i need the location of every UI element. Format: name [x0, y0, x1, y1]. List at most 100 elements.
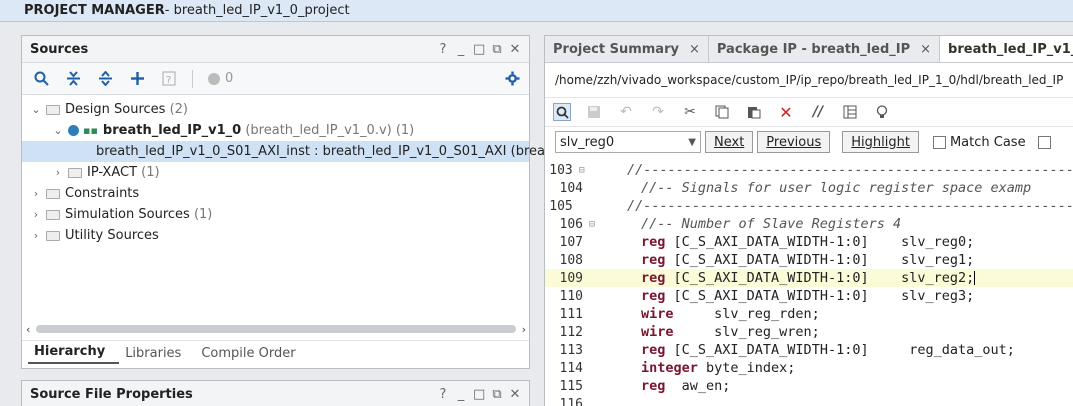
lightbulb-icon[interactable] [873, 103, 891, 121]
delete-icon[interactable]: ✕ [777, 103, 795, 122]
chevron-down-icon[interactable]: ⌄ [52, 124, 64, 137]
code-line[interactable]: 113 reg [C_S_AXI_DATA_WIDTH-1:0] reg_data… [545, 341, 1073, 359]
question-doc-icon[interactable]: ? [160, 70, 178, 88]
checkbox-box[interactable] [932, 135, 946, 149]
minimize-icon[interactable]: _ [455, 387, 467, 402]
code-keyword: wire [641, 324, 674, 340]
tree-item-ip-xact[interactable]: › IP-XACT (1) [22, 162, 529, 183]
chevron-down-icon[interactable]: ▼ [688, 137, 696, 148]
highlight-button[interactable]: Highlight [842, 131, 919, 153]
editor-tabs: Project Summary × Package IP - breath_le… [545, 36, 1073, 63]
search-icon[interactable] [32, 70, 50, 88]
tab-package-ip[interactable]: Package IP - breath_led_IP × [709, 36, 941, 62]
scroll-left-icon[interactable]: ‹ [26, 323, 30, 336]
help-icon[interactable]: ? [437, 42, 449, 57]
code-line[interactable]: 105 //-----------------------------------… [545, 197, 1073, 215]
float-icon[interactable]: ⧉ [491, 387, 503, 402]
fold-icon[interactable]: ⊟ [579, 165, 589, 176]
code-line[interactable]: 110 reg [C_S_AXI_DATA_WIDTH-1:0] slv_reg3… [545, 287, 1073, 305]
sources-bottom-tabs: Hierarchy Libraries Compile Order [22, 340, 529, 364]
tree-item-constraints[interactable]: › Constraints [22, 183, 529, 204]
gear-icon[interactable] [503, 70, 521, 88]
scroll-right-icon[interactable]: › [522, 323, 526, 336]
chevron-right-icon[interactable]: › [30, 229, 42, 242]
whole-word-checkbox[interactable] [1037, 135, 1051, 149]
collapse-all-icon[interactable] [64, 70, 82, 88]
tab-project-summary[interactable]: Project Summary × [545, 36, 709, 62]
save-icon[interactable] [585, 103, 603, 121]
code-line[interactable]: 116 [545, 395, 1073, 406]
code-keyword: reg [641, 288, 666, 304]
tree-item-design-sources[interactable]: ⌄ Design Sources (2) [22, 99, 529, 120]
code-line[interactable]: 112 wire slv_reg_wren; [545, 323, 1073, 341]
tree-item-utility-sources[interactable]: › Utility Sources [22, 225, 529, 246]
redo-icon[interactable]: ↷ [649, 103, 667, 121]
tree-item-file: (breath_led_IP_v1_0.v) (1) [245, 123, 415, 138]
code-rest: [C_S_AXI_DATA_WIDTH-1:0] slv_reg2; [665, 270, 975, 286]
close-tab-icon[interactable]: × [920, 42, 931, 57]
code-line[interactable]: 115 reg aw_en; [545, 377, 1073, 395]
undo-icon[interactable]: ↶ [617, 103, 635, 121]
horizontal-scrollbar[interactable]: ‹ › [26, 323, 526, 336]
help-icon[interactable]: ? [437, 387, 449, 402]
chevron-right-icon[interactable]: › [30, 187, 42, 200]
warning-count-label: 0 [225, 71, 234, 86]
chevron-right-icon[interactable]: › [52, 166, 64, 179]
previous-button[interactable]: Previous [757, 131, 831, 153]
fold-icon[interactable]: ⊟ [589, 219, 603, 230]
close-icon[interactable]: ✕ [509, 42, 521, 57]
add-sources-icon[interactable] [128, 70, 146, 88]
tree-item-top-module[interactable]: ⌄ ▪▪ breath_led_IP_v1_0 (breath_led_IP_v… [22, 120, 529, 141]
code-comment: //--------------------------------------… [626, 162, 1073, 178]
tree-item-simulation-sources[interactable]: › Simulation Sources (1) [22, 204, 529, 225]
maximize-icon[interactable]: □ [473, 387, 485, 402]
code-line[interactable]: 104 //-- Signals for user logic register … [545, 179, 1073, 197]
tab-compile-order[interactable]: Compile Order [195, 346, 309, 364]
minimize-icon[interactable]: _ [455, 42, 467, 57]
tree-item-axi-inst[interactable]: breath_led_IP_v1_0_S01_AXI_inst : breath… [22, 141, 545, 162]
code-line[interactable]: 114 integer byte_index; [545, 359, 1073, 377]
tab-hierarchy[interactable]: Hierarchy [28, 344, 120, 364]
find-combobox[interactable]: slv_reg0 ▼ [555, 131, 701, 153]
file-path: /home/zzh/vivado_workspace/custom_IP/ip_… [555, 73, 1064, 87]
chevron-down-icon[interactable]: ⌄ [30, 103, 42, 116]
tab-label: Package IP - breath_led_IP [716, 41, 911, 57]
insert-template-icon[interactable] [841, 103, 859, 121]
maximize-icon[interactable]: □ [473, 42, 485, 57]
sources-tree: ⌄ Design Sources (2) ⌄ ▪▪ breath_led_IP_… [22, 95, 545, 246]
scrollbar-thumb[interactable] [36, 325, 516, 333]
line-number: 111 [559, 306, 583, 322]
close-icon[interactable]: ✕ [509, 387, 521, 402]
code-line[interactable]: 111 wire slv_reg_rden; [545, 305, 1073, 323]
copy-icon[interactable] [713, 103, 731, 121]
close-tab-icon[interactable]: × [689, 42, 700, 57]
code-line[interactable]: 108 reg [C_S_AXI_DATA_WIDTH-1:0] slv_reg1… [545, 251, 1073, 269]
code-editor[interactable]: 103 ⊟ //----------------------------------… [545, 161, 1073, 406]
checkbox-box[interactable] [1037, 135, 1051, 149]
cut-icon[interactable]: ✂ [681, 103, 699, 121]
code-keyword: reg [641, 378, 666, 394]
code-line[interactable]: 103 ⊟ //----------------------------------… [545, 161, 1073, 179]
search-icon[interactable] [553, 103, 571, 121]
chevron-right-icon[interactable]: › [30, 208, 42, 221]
code-line[interactable]: 109 reg [C_S_AXI_DATA_WIDTH-1:0] slv_reg2… [545, 269, 1073, 287]
match-case-checkbox[interactable]: Match Case [932, 134, 1026, 150]
verilog-file-icon [68, 125, 79, 136]
code-line[interactable]: 107 reg [C_S_AXI_DATA_WIDTH-1:0] slv_reg0… [545, 233, 1073, 251]
tab-source-file[interactable]: breath_led_IP_v1_0. [940, 36, 1073, 62]
find-input[interactable]: slv_reg0 [560, 135, 614, 150]
project-manager-header: PROJECT MANAGER - breath_led_IP_v1_0_pro… [0, 0, 1073, 22]
tree-item-count: (2) [169, 102, 189, 117]
comment-toggle-icon[interactable]: // [809, 103, 827, 121]
float-icon[interactable]: ⧉ [491, 42, 503, 57]
paste-icon[interactable] [745, 103, 763, 121]
code-rest: [C_S_AXI_DATA_WIDTH-1:0] reg_data_out; [665, 342, 1015, 358]
tab-libraries[interactable]: Libraries [119, 346, 195, 364]
next-button[interactable]: Next [705, 131, 754, 153]
find-bar: slv_reg0 ▼ Next Previous Highlight Match… [545, 127, 1073, 157]
tree-item-count: (1) [193, 207, 213, 222]
code-line[interactable]: 106 ⊟ //-- Number of Slave Registers 4 [545, 215, 1073, 233]
expand-all-icon[interactable] [96, 70, 114, 88]
match-case-label: Match Case [949, 134, 1026, 150]
warning-count[interactable]: 0 [207, 70, 233, 88]
